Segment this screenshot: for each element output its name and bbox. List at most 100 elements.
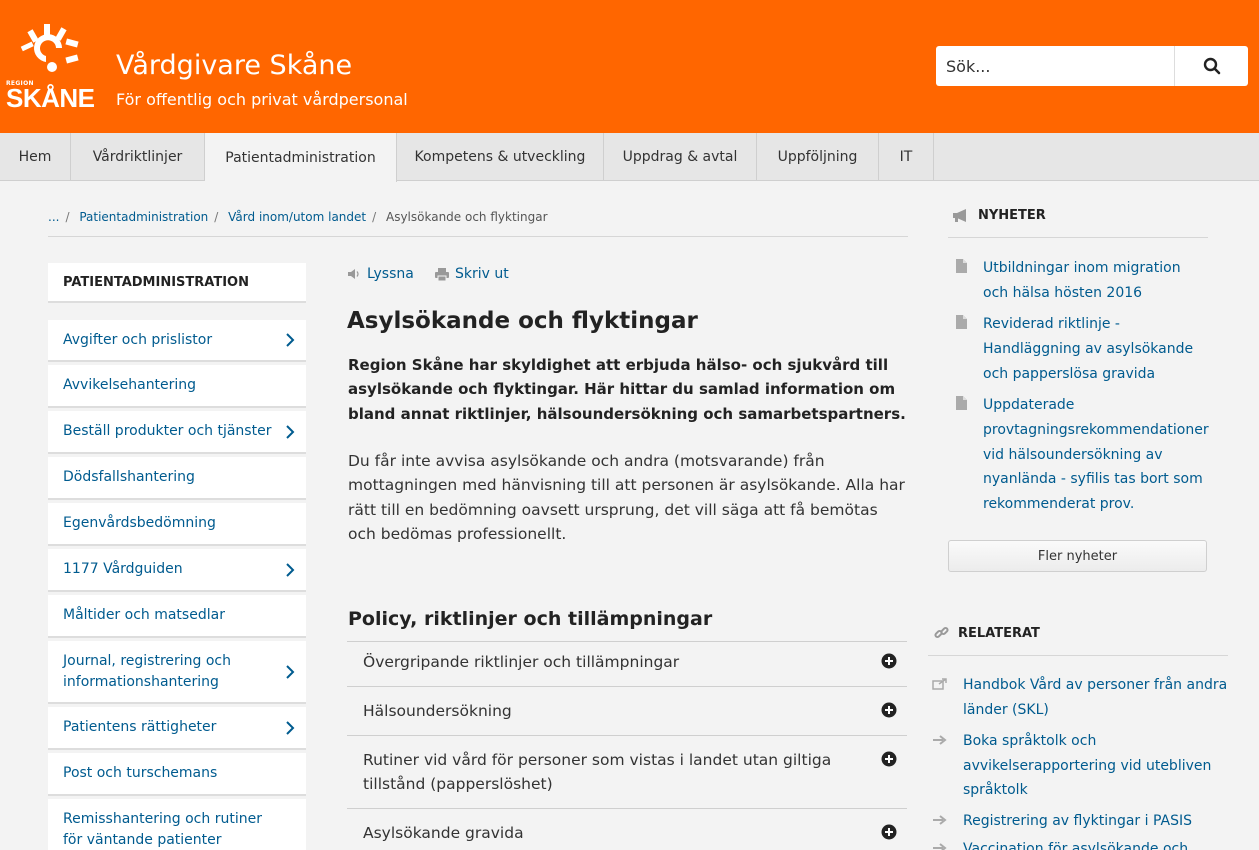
nav-item-vardriktlinjer[interactable]: Vårdriktlinjer bbox=[71, 133, 205, 181]
printer-icon bbox=[435, 267, 449, 281]
sidebar-item-egenvard[interactable]: Egenvårdsbedömning bbox=[48, 503, 306, 546]
breadcrumb-current: Asylsökande och flyktingar bbox=[385, 210, 548, 224]
nav-item-uppfoljning[interactable]: Uppföljning bbox=[757, 133, 879, 181]
page-title: Asylsökande och flyktingar bbox=[347, 308, 698, 334]
breadcrumb-ellipsis[interactable]: ... bbox=[48, 210, 59, 224]
sidebar-item-label: Journal, registrering och informationsha… bbox=[63, 652, 231, 690]
sidebar-item-avgifter[interactable]: Avgifter och prislistor bbox=[48, 320, 306, 362]
news-title: NYHETER bbox=[978, 208, 1046, 223]
sidebar-item-label: Remisshantering och rutiner för väntande… bbox=[63, 810, 262, 848]
related-heading: RELATERAT bbox=[934, 626, 1040, 641]
main-nav: Hem Vårdriktlinjer Patientadministration… bbox=[0, 133, 1259, 182]
plus-circle-icon bbox=[881, 702, 897, 718]
sidebar-item-label: Patientens rättigheter bbox=[63, 719, 217, 735]
sidebar-item-label: 1177 Vårdguiden bbox=[63, 561, 183, 577]
plus-circle-icon bbox=[881, 824, 897, 840]
accordion-item[interactable]: Asylsökande gravida bbox=[347, 821, 907, 845]
body-paragraph: Du får inte avvisa asylsökande och andra… bbox=[348, 452, 905, 543]
sidebar-item-label: Post och turschemans bbox=[63, 765, 218, 781]
accordion-item-label: Hälsoundersökning bbox=[363, 702, 512, 720]
accordion-item-label: Övergripande riktlinjer och tillämpninga… bbox=[363, 653, 680, 671]
arrow-right-icon bbox=[933, 735, 947, 745]
arrow-right-icon bbox=[933, 815, 947, 825]
plus-circle-icon bbox=[881, 653, 897, 669]
breadcrumb: ... / Patientadministration / Vård inom/ut… bbox=[48, 210, 548, 224]
nav-item-it[interactable]: IT bbox=[879, 133, 934, 181]
sidebar-item-label: Beställ produkter och tjänster bbox=[63, 423, 272, 439]
arrow-right-icon bbox=[933, 843, 947, 850]
nav-item-hem[interactable]: Hem bbox=[0, 133, 71, 181]
print-button[interactable]: Skriv ut bbox=[435, 266, 509, 282]
search-icon bbox=[1203, 57, 1220, 75]
sidebar-item-bestall[interactable]: Beställ produkter och tjänster bbox=[48, 411, 306, 454]
breadcrumb-item[interactable]: Patientadministration bbox=[79, 210, 208, 224]
site-subtitle: För offentlig och privat vårdpersonal bbox=[116, 90, 408, 109]
megaphone-icon bbox=[953, 209, 966, 222]
accordion-item[interactable]: Hälsoundersökning bbox=[347, 699, 907, 723]
news-item-link[interactable]: Utbildningar inom migration och hälsa hö… bbox=[983, 256, 1208, 306]
accordion-divider bbox=[347, 808, 907, 809]
document-icon bbox=[956, 315, 967, 329]
plus-circle-icon bbox=[881, 751, 897, 767]
related-title: RELATERAT bbox=[958, 626, 1040, 641]
sidebar-item-maltider[interactable]: Måltider och matsedlar bbox=[48, 595, 306, 638]
print-label: Skriv ut bbox=[455, 266, 509, 282]
accordion-divider bbox=[347, 641, 907, 642]
external-link-icon bbox=[932, 678, 947, 690]
link-icon bbox=[934, 626, 949, 639]
sidebar-item-post[interactable]: Post och turschemans bbox=[48, 753, 306, 796]
sidebar-title: PATIENTADMINISTRATION bbox=[48, 263, 306, 303]
chevron-right-icon bbox=[286, 562, 295, 577]
site-header: REGION SKÅNE Vårdgivare Skåne För offent… bbox=[0, 0, 1259, 133]
sidebar-item-rattigheter[interactable]: Patientens rättigheter bbox=[48, 707, 306, 750]
chevron-right-icon bbox=[286, 424, 295, 439]
sidebar-item-avvikelsehantering[interactable]: Avvikelsehantering bbox=[48, 365, 306, 408]
sidebar-item-1177[interactable]: 1177 Vårdguiden bbox=[48, 549, 306, 592]
listen-label: Lyssna bbox=[367, 266, 414, 282]
logo-skane-text: SKÅNE bbox=[6, 83, 95, 113]
news-item-link[interactable]: Reviderad riktlinje - Handläggning av as… bbox=[983, 312, 1208, 386]
news-divider bbox=[948, 237, 1208, 238]
lead-paragraph: Region Skåne har skyldighet att erbjuda … bbox=[348, 356, 906, 423]
site-title[interactable]: Vårdgivare Skåne bbox=[116, 48, 352, 84]
related-divider bbox=[928, 655, 1228, 656]
nav-item-kompetens[interactable]: Kompetens & utveckling bbox=[397, 133, 604, 181]
sidebar-item-label: Avvikelsehantering bbox=[63, 377, 197, 393]
nav-item-patientadministration[interactable]: Patientadministration bbox=[205, 133, 397, 182]
sidebar-item-journal[interactable]: Journal, registrering och informationsha… bbox=[48, 641, 306, 704]
search-input[interactable] bbox=[936, 46, 1174, 86]
related-item-link[interactable]: Registrering av flyktingar i PASIS bbox=[963, 809, 1228, 834]
accordion-divider bbox=[347, 686, 907, 687]
accordion-divider bbox=[347, 735, 907, 736]
document-icon bbox=[956, 396, 967, 410]
news-heading: NYHETER bbox=[952, 208, 1046, 223]
speaker-icon bbox=[348, 269, 359, 279]
search-box bbox=[936, 46, 1248, 86]
sidebar-item-remisshantering[interactable]: Remisshantering och rutiner för väntande… bbox=[48, 799, 306, 850]
region-skane-logo[interactable]: REGION SKÅNE bbox=[6, 24, 98, 113]
more-news-button[interactable]: Fler nyheter bbox=[948, 540, 1207, 572]
listen-button[interactable]: Lyssna bbox=[347, 266, 414, 282]
accordion-item[interactable]: Övergripande riktlinjer och tillämpninga… bbox=[347, 650, 907, 674]
accordion-item-label: Asylsökande gravida bbox=[363, 824, 524, 842]
accordion-item[interactable]: Rutiner vid vård för personer som vistas… bbox=[347, 748, 907, 796]
sidebar-item-label: Avgifter och prislistor bbox=[63, 331, 213, 348]
sidebar-item-dodsfall[interactable]: Dödsfallshantering bbox=[48, 457, 306, 500]
nav-item-uppdrag[interactable]: Uppdrag & avtal bbox=[604, 133, 757, 181]
related-item-link[interactable]: Boka språktolk och avvikelserapportering… bbox=[963, 729, 1228, 803]
related-item-link[interactable]: Vaccination för asylsökande och bbox=[963, 837, 1228, 850]
related-item-link[interactable]: Handbok Vård av personer från andra länd… bbox=[963, 673, 1228, 722]
chevron-right-icon bbox=[286, 720, 295, 735]
news-item-link[interactable]: Uppdaterade provtagningsrekommendationer… bbox=[983, 393, 1209, 517]
sun-logo-icon bbox=[20, 24, 79, 72]
search-button[interactable] bbox=[1174, 46, 1248, 86]
accordion-item-label: Rutiner vid vård för personer som vistas… bbox=[363, 751, 832, 793]
chevron-right-icon bbox=[286, 333, 295, 347]
sidebar-item-label: Måltider och matsedlar bbox=[63, 607, 225, 623]
chevron-right-icon bbox=[286, 664, 295, 679]
breadcrumb-item[interactable]: Vård inom/utom landet bbox=[228, 210, 366, 224]
sidebar-item-label: Dödsfallshantering bbox=[63, 469, 195, 485]
section-title: Policy, riktlinjer och tillämpningar bbox=[348, 608, 713, 630]
sidebar-item-label: Egenvårdsbedömning bbox=[63, 515, 216, 531]
breadcrumb-divider bbox=[48, 236, 908, 237]
